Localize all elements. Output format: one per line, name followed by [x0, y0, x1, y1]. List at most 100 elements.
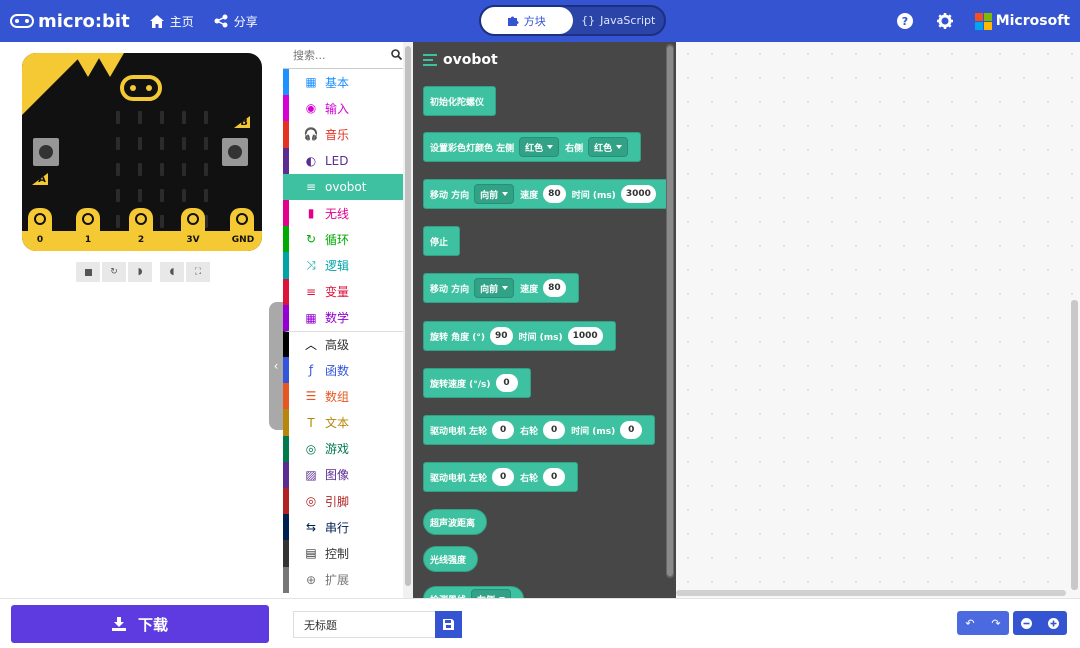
flyout-scrollbar-thumb[interactable]: [667, 46, 673, 576]
flyout-block[interactable]: 驱动电机 左轮 0 右轮 0 时间 (ms) 0: [423, 415, 656, 445]
settings-button[interactable]: [925, 13, 965, 29]
toolbox-category-0[interactable]: ▦ 基本: [283, 69, 412, 96]
block-number-input[interactable]: 3000: [620, 185, 656, 203]
flyout-scrollbar[interactable]: [666, 44, 674, 578]
code-workspace[interactable]: [676, 42, 1080, 598]
blocks-mode-tab[interactable]: 方块: [481, 7, 573, 34]
search-input[interactable]: [293, 48, 383, 62]
flyout-block[interactable]: 驱动电机 左轮 0 右轮 0: [423, 462, 579, 492]
block-dropdown[interactable]: 左侧: [471, 589, 512, 598]
toolbox-category-1[interactable]: ◉ 输入: [283, 95, 412, 122]
flyout-block[interactable]: 停止: [423, 226, 461, 256]
button-a[interactable]: [33, 138, 59, 166]
flyout-title-text: ovobot: [443, 52, 498, 68]
button-b[interactable]: [222, 138, 248, 166]
help-button[interactable]: ?: [885, 13, 925, 29]
block-number-input[interactable]: 0: [543, 421, 566, 439]
slowmo-button[interactable]: ◗: [128, 262, 152, 282]
zoom-in-button[interactable]: [1040, 611, 1067, 635]
toolbox-category-8[interactable]: ≡ 变量: [283, 278, 412, 305]
category-label: 变量: [325, 285, 350, 300]
block-text: 超声波距离: [430, 518, 476, 529]
microsoft-logo[interactable]: Microsoft: [974, 12, 1070, 30]
block-number-input[interactable]: 80: [543, 279, 566, 297]
logo-text: micro:bit: [38, 10, 130, 32]
block-number-input[interactable]: 1000: [567, 327, 603, 345]
toolbox-category-10[interactable]: ︿ 高级: [283, 330, 412, 358]
flyout-block[interactable]: 旋转速度 (°/s) 0: [423, 368, 531, 398]
share-button[interactable]: 分享: [214, 13, 258, 30]
block-text: 驱动电机 左轮: [430, 426, 488, 437]
toolbox-category-19[interactable]: ⊕ 扩展: [283, 566, 412, 593]
mute-button[interactable]: ◖: [160, 262, 184, 282]
block-text: 旋转 角度 (°): [430, 332, 485, 343]
category-label: 数学: [325, 311, 350, 326]
toolbox-category-9[interactable]: ▦ 数学: [283, 304, 412, 331]
flyout-block[interactable]: 初始化陀螺仪: [423, 86, 497, 116]
block-dropdown[interactable]: 向前: [474, 278, 515, 298]
category-label: ovobot: [325, 179, 367, 194]
block-dropdown[interactable]: 向前: [474, 184, 515, 204]
fullscreen-button[interactable]: ⛶: [186, 262, 210, 282]
toolbox-category-6[interactable]: ↻ 循环: [283, 226, 412, 253]
block-number-input[interactable]: 80: [543, 185, 566, 203]
toolbox-category-18[interactable]: ▤ 控制: [283, 540, 412, 567]
save-button[interactable]: [435, 611, 462, 638]
block-number-input[interactable]: 90: [490, 327, 513, 345]
project-name-input[interactable]: 无标题: [293, 611, 435, 638]
redo-button[interactable]: ↷: [983, 611, 1009, 635]
microbit-logo[interactable]: micro:bit: [10, 11, 130, 32]
block-dropdown[interactable]: 红色: [519, 137, 560, 157]
led: [182, 163, 186, 176]
toolbox-category-5[interactable]: ▮ 无线: [283, 199, 412, 227]
toolbox-scrollbar[interactable]: [403, 42, 413, 598]
pin-label: 3V: [186, 235, 200, 245]
category-icon: ▮: [307, 206, 315, 221]
toolbox-category-11[interactable]: ƒ 函数: [283, 357, 412, 384]
workspace-horizontal-scrollbar[interactable]: [676, 590, 1066, 596]
flyout-block[interactable]: 检测黑线左侧: [423, 586, 525, 598]
category-label: 基本: [325, 75, 350, 90]
flyout-block[interactable]: 移动 方向 向前 速度 80 时间 (ms) 3000: [423, 179, 669, 209]
block-number-input[interactable]: 0: [620, 421, 643, 439]
zoom-out-button[interactable]: [1013, 611, 1040, 635]
block-text: 时间 (ms): [571, 426, 616, 437]
toolbox-category-3[interactable]: ◐ LED: [283, 147, 412, 174]
undo-button[interactable]: ↶: [957, 611, 983, 635]
block-number-input[interactable]: 0: [495, 374, 518, 392]
flyout-block[interactable]: 光线强度: [423, 546, 479, 572]
home-button[interactable]: 主页: [149, 13, 194, 30]
toolbox-category-12[interactable]: ☰ 数组: [283, 383, 412, 410]
toolbox-category-7[interactable]: ⤨ 逻辑: [283, 252, 412, 279]
led: [138, 189, 142, 202]
toolbox-category-2[interactable]: 🎧 音乐: [283, 121, 412, 148]
flyout-block[interactable]: 移动 方向 向前 速度 80: [423, 273, 579, 303]
flyout-block[interactable]: 旋转 角度 (°) 90 时间 (ms) 1000: [423, 321, 616, 351]
top-nav-bar: micro:bit 主页 分享 方块 {} JavaScript ? Micro…: [0, 0, 1080, 42]
download-icon: [111, 617, 126, 631]
category-label: 数组: [325, 389, 350, 404]
stop-button[interactable]: [76, 262, 100, 282]
toolbox-category-17[interactable]: ⇆ 串行: [283, 514, 412, 541]
toolbox-category-16[interactable]: ◎ 引脚: [283, 488, 412, 515]
flyout-block[interactable]: 设置彩色灯颜色 左侧 红色 右侧 红色: [423, 132, 642, 162]
collapse-simulator-button[interactable]: ‹: [269, 302, 283, 430]
block-dropdown[interactable]: 红色: [588, 137, 629, 157]
category-icon: ▦: [305, 75, 317, 90]
home-icon: [149, 14, 164, 28]
toolbox-category-4[interactable]: ≡ ovobot: [283, 173, 412, 200]
flyout-block[interactable]: 超声波距离: [423, 509, 488, 535]
block-number-input[interactable]: 0: [543, 468, 566, 486]
download-button[interactable]: 下载: [11, 605, 269, 643]
restart-button[interactable]: ↻: [102, 262, 126, 282]
workspace-vertical-scrollbar[interactable]: [1071, 300, 1078, 590]
pin-label: 0: [36, 235, 44, 245]
toolbox-category-14[interactable]: ◎ 游戏: [283, 435, 412, 462]
toolbox-category-15[interactable]: ▨ 图像: [283, 461, 412, 488]
block-number-input[interactable]: 0: [492, 468, 515, 486]
javascript-mode-tab[interactable]: {} JavaScript: [573, 7, 665, 34]
toolbox-category-13[interactable]: T 文本: [283, 409, 412, 436]
category-label: 图像: [325, 468, 350, 483]
block-number-input[interactable]: 0: [492, 421, 515, 439]
toolbox-scrollbar-thumb[interactable]: [405, 46, 411, 586]
